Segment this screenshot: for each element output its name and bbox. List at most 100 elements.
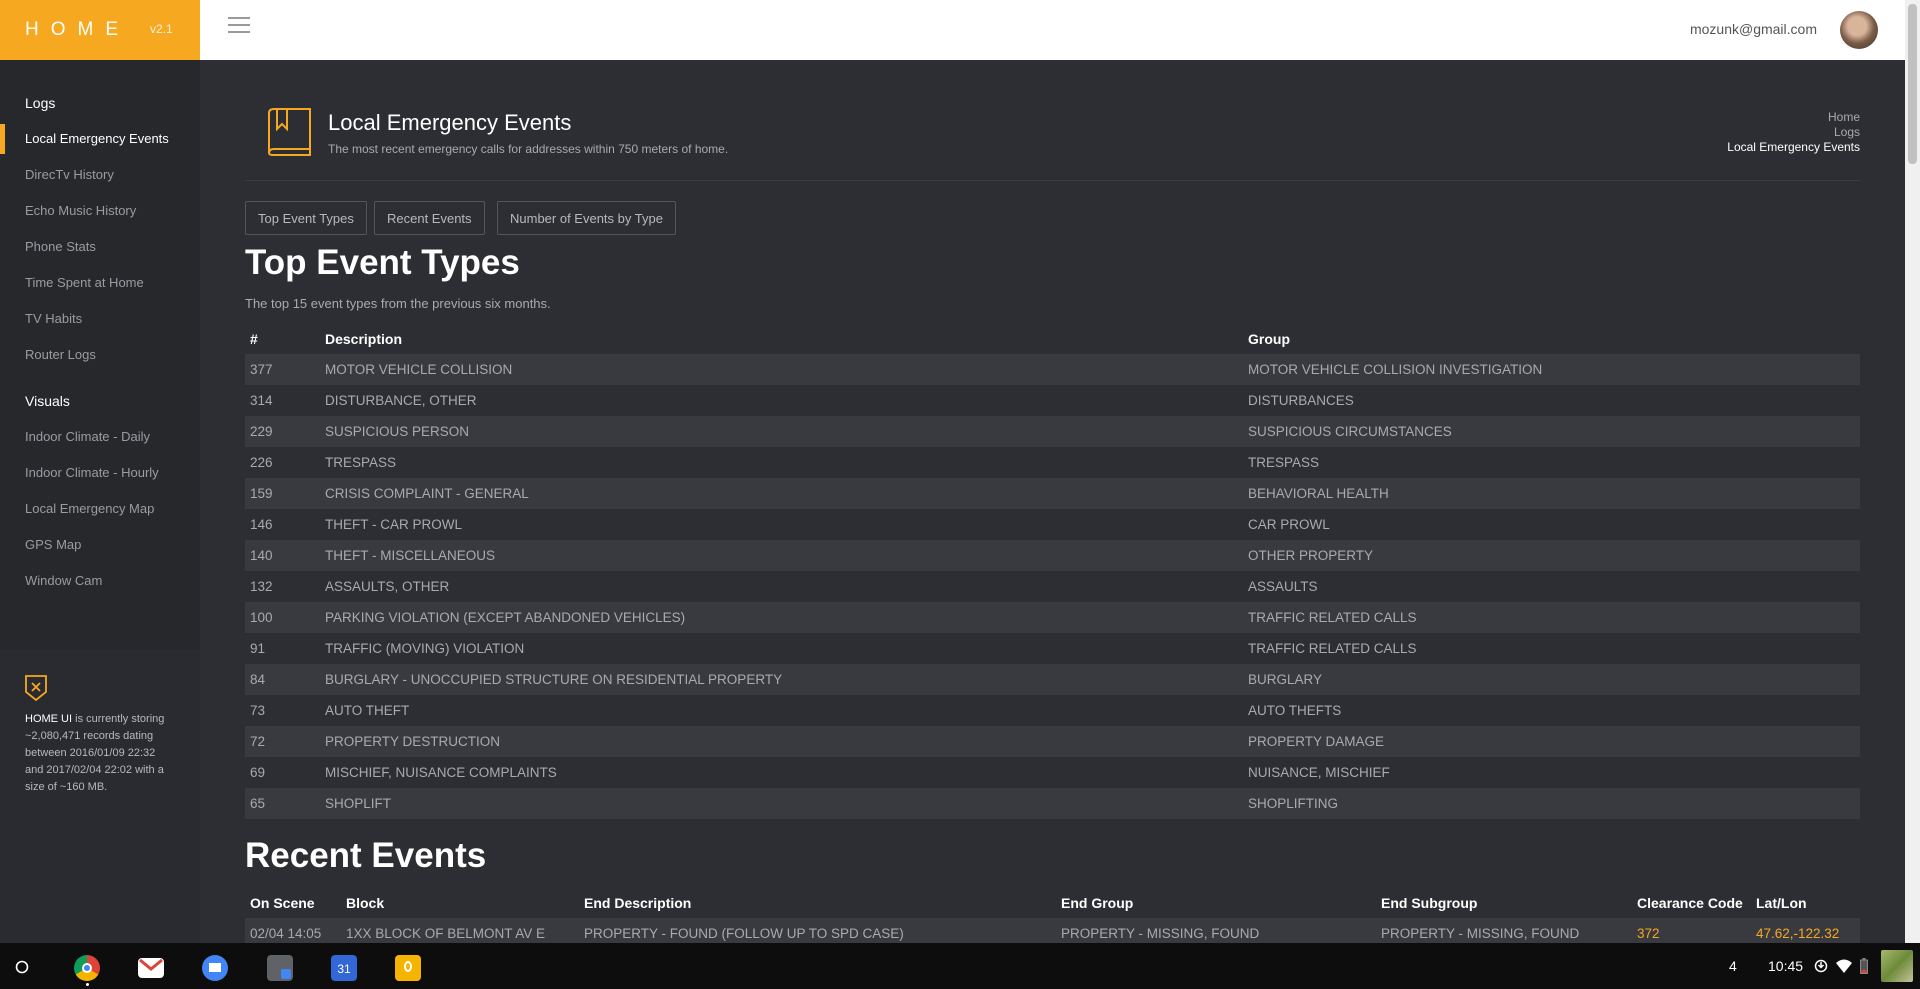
- sidebar-item-indoor-climate-daily[interactable]: Indoor Climate - Daily: [0, 422, 200, 452]
- notification-count[interactable]: 4: [1729, 958, 1737, 974]
- sidebar-item-tv-habits[interactable]: TV Habits: [0, 304, 200, 334]
- cell-group: DISTURBANCES: [1248, 393, 1354, 408]
- breadcrumb-logs[interactable]: Logs: [1834, 125, 1860, 139]
- cell-count: 73: [250, 703, 266, 718]
- table-row[interactable]: 314 DISTURBANCE, OTHER DISTURBANCES: [245, 385, 1860, 416]
- column-header-block[interactable]: Block: [341, 888, 579, 918]
- battery-icon: [1860, 958, 1868, 974]
- gmail-icon[interactable]: [138, 958, 164, 978]
- storage-info-text: is currently storing ~2,080,471 records …: [25, 713, 165, 793]
- sidebar-item-echo-music-history[interactable]: Echo Music History: [0, 196, 200, 226]
- column-header-clearance-code[interactable]: Clearance Code: [1632, 888, 1751, 918]
- page-subtitle: The most recent emergency calls for addr…: [328, 142, 729, 156]
- cell-count: 159: [245, 478, 320, 509]
- shield-icon: [25, 675, 47, 702]
- cell-description: BURGLARY - UNOCCUPIED STRUCTURE ON RESID…: [320, 664, 1243, 695]
- user-tray-avatar[interactable]: [1881, 950, 1913, 982]
- tab-recent-events[interactable]: Recent Events: [374, 201, 485, 235]
- column-header-on-scene[interactable]: On Scene: [245, 888, 341, 918]
- brand-name: HOME: [25, 19, 130, 40]
- cell-group: SUSPICIOUS CIRCUMSTANCES: [1243, 416, 1860, 447]
- calendar-icon[interactable]: 31: [331, 955, 357, 981]
- storage-info-app: HOME UI: [25, 713, 73, 725]
- cell-description: AUTO THEFT: [325, 703, 410, 718]
- cell-count: 140: [245, 540, 320, 571]
- files-icon[interactable]: [202, 955, 228, 981]
- cell-description: ASSAULTS, OTHER: [325, 579, 450, 594]
- sidebar-item-phone-stats[interactable]: Phone Stats: [0, 232, 200, 262]
- table-row[interactable]: 140 THEFT - MISCELLANEOUS OTHER PROPERTY: [245, 540, 1860, 571]
- user-email[interactable]: mozunk@gmail.com: [1690, 21, 1817, 37]
- sidebar-item-window-cam[interactable]: Window Cam: [0, 566, 200, 596]
- chrome-icon[interactable]: [74, 955, 100, 981]
- launcher-icon[interactable]: [15, 960, 29, 974]
- table-row[interactable]: 132 ASSAULTS, OTHER ASSAULTS: [245, 571, 1860, 602]
- sidebar-item-directv-history[interactable]: DirecTv History: [0, 160, 200, 190]
- tab-top-event-types[interactable]: Top Event Types: [245, 201, 367, 235]
- recent-events-table: On Scene Block End Description End Group…: [245, 888, 1860, 949]
- sidebar-item-router-logs[interactable]: Router Logs: [0, 340, 200, 370]
- table-row[interactable]: 100 PARKING VIOLATION (EXCEPT ABANDONED V…: [245, 602, 1860, 633]
- table-row[interactable]: 72 PROPERTY DESTRUCTION PROPERTY DAMAGE: [245, 726, 1860, 757]
- active-app-indicator: [86, 983, 89, 986]
- sidebar-item-gps-map[interactable]: GPS Map: [0, 530, 200, 560]
- top-event-types-body: 377 MOTOR VEHICLE COLLISION MOTOR VEHICLE …: [245, 354, 1860, 819]
- cell-description: SHOPLIFT: [320, 788, 1243, 819]
- column-header-end-subgroup[interactable]: End Subgroup: [1376, 888, 1632, 918]
- sidebar-section-logs: Logs: [25, 95, 56, 111]
- avatar[interactable]: [1840, 11, 1878, 49]
- table-row[interactable]: 229 SUSPICIOUS PERSON SUSPICIOUS CIRCUMSTA…: [245, 416, 1860, 447]
- cell-group: TRESPASS: [1248, 455, 1320, 470]
- table-row[interactable]: 65 SHOPLIFT SHOPLIFTING: [245, 788, 1860, 819]
- cell-count: 314: [250, 393, 273, 408]
- cell-description: TRESPASS: [325, 455, 397, 470]
- cell-group: TRAFFIC RELATED CALLS: [1248, 641, 1417, 656]
- storage-info: HOME UI is currently storing ~2,080,471 …: [25, 711, 170, 796]
- cell-count: 72: [245, 726, 320, 757]
- column-header-count[interactable]: #: [245, 324, 320, 354]
- column-header-description[interactable]: Description: [320, 324, 1243, 354]
- table-row[interactable]: 159 CRISIS COMPLAINT - GENERAL BEHAVIORAL …: [245, 478, 1860, 509]
- table-row[interactable]: 69 MISCHIEF, NUISANCE COMPLAINTS NUISANCE,…: [245, 757, 1860, 788]
- table-header-row: # Description Group: [245, 324, 1860, 354]
- sidebar-item-local-emergency-map[interactable]: Local Emergency Map: [0, 494, 200, 524]
- clock[interactable]: 10:45: [1768, 958, 1803, 974]
- sidebar-section-visuals: Visuals: [25, 393, 70, 409]
- calculator-icon[interactable]: [267, 955, 293, 981]
- cell-group: CAR PROWL: [1248, 517, 1330, 532]
- cell-group: BURGLARY: [1243, 664, 1860, 695]
- tab-number-of-events-by-type[interactable]: Number of Events by Type: [497, 201, 676, 235]
- cell-description: MISCHIEF, NUISANCE COMPLAINTS: [325, 765, 557, 780]
- cell-count: 84: [245, 664, 320, 695]
- column-header-lat-lon[interactable]: Lat/Lon: [1751, 888, 1860, 918]
- cell-count: 229: [245, 416, 320, 447]
- table-row[interactable]: 377 MOTOR VEHICLE COLLISION MOTOR VEHICLE …: [245, 354, 1860, 385]
- sidebar-item-local-emergency-events[interactable]: Local Emergency Events: [0, 124, 200, 154]
- menu-icon[interactable]: [228, 17, 250, 35]
- cell-group: BEHAVIORAL HEALTH: [1243, 478, 1860, 509]
- column-header-end-description[interactable]: End Description: [579, 888, 1056, 918]
- cell-description: TRAFFIC (MOVING) VIOLATION: [325, 641, 525, 656]
- keep-icon[interactable]: [395, 955, 421, 981]
- page-title: Local Emergency Events: [328, 110, 572, 135]
- cell-group: NUISANCE, MISCHIEF: [1248, 765, 1390, 780]
- table-row[interactable]: 84 BURGLARY - UNOCCUPIED STRUCTURE ON RES…: [245, 664, 1860, 695]
- sidebar-item-time-spent-at-home[interactable]: Time Spent at Home: [0, 268, 200, 298]
- table-row[interactable]: 91 TRAFFIC (MOVING) VIOLATION TRAFFIC RELA…: [245, 633, 1860, 664]
- breadcrumb-home[interactable]: Home: [1828, 110, 1860, 124]
- column-header-group[interactable]: Group: [1243, 324, 1860, 354]
- table-row[interactable]: 226 TRESPASS TRESPASS: [245, 447, 1860, 478]
- table-row[interactable]: 73 AUTO THEFT AUTO THEFTS: [245, 695, 1860, 726]
- column-header-end-group[interactable]: End Group: [1056, 888, 1376, 918]
- scrollbar-thumb[interactable]: [1908, 4, 1917, 164]
- cell-count: 91: [250, 641, 266, 656]
- cell-description: THEFT - MISCELLANEOUS: [320, 540, 1243, 571]
- cell-description: THEFT - CAR PROWL: [325, 517, 463, 532]
- sidebar-item-indoor-climate-hourly[interactable]: Indoor Climate - Hourly: [0, 458, 200, 488]
- table-row[interactable]: 146 THEFT - CAR PROWL CAR PROWL: [245, 509, 1860, 540]
- cell-group: AUTO THEFTS: [1248, 703, 1342, 718]
- cell-description: SUSPICIOUS PERSON: [320, 416, 1243, 447]
- top-bar: HOME v2.1 mozunk@gmail.com: [0, 0, 1905, 60]
- brand-version: v2.1: [150, 22, 173, 36]
- brand[interactable]: HOME v2.1: [0, 0, 200, 60]
